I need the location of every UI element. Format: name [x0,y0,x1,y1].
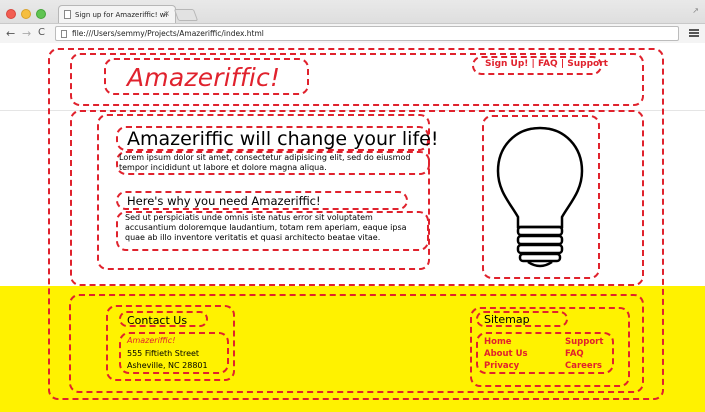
reload-icon[interactable]: C [38,27,45,38]
page: Amazeriffic! Sign Up! | FAQ | Support Am… [0,43,705,412]
why-heading: Here's why you need Amazeriffic! [127,194,321,208]
address-bar[interactable]: file:///Users/semmy/Projects/Amazeriffic… [55,26,679,41]
logo[interactable]: Amazeriffic! [127,63,280,92]
top-nav-links[interactable]: Sign Up! | FAQ | Support [485,59,608,69]
contact-company: Amazeriffic! [127,336,176,345]
browser-tab[interactable]: Sign up for Amazeriffic! wi × [58,5,176,23]
main-title: Amazeriffic will change your life! [127,128,439,150]
menu-icon[interactable] [689,29,699,37]
sitemap-link-privacy[interactable]: Privacy [484,361,519,371]
new-tab-button[interactable] [173,9,199,21]
contact-street: 555 Fiftieth Street [127,349,200,358]
contact-title: Contact Us [127,314,188,327]
sitemap-link-careers[interactable]: Careers [565,361,602,371]
intro-paragraph: Lorem ipsum dolor sit amet, consectetur … [119,153,411,172]
tab-close-icon[interactable]: × [163,9,170,18]
contact-city: Asheville, NC 28801 [127,361,208,370]
back-arrow-icon[interactable]: ← [6,27,15,40]
fullscreen-icon[interactable]: ↗ [692,6,699,15]
maximize-window-button[interactable] [36,9,46,19]
why-paragraph: Sed ut perspiciatis unde omnis iste natu… [125,213,407,242]
minimize-window-button[interactable] [21,9,31,19]
sitemap-link-faq[interactable]: FAQ [565,349,584,359]
address-url: file:///Users/semmy/Projects/Amazeriffic… [72,29,264,38]
close-window-button[interactable] [6,9,16,19]
sitemap-link-about-us[interactable]: About Us [484,349,528,359]
sitemap-title: Sitemap [484,313,530,326]
page-icon [64,10,71,19]
lightbulb-icon [496,126,584,268]
browser-chrome: Sign up for Amazeriffic! wi × ↗ ← → C fi… [0,0,705,43]
file-icon [61,30,67,38]
sitemap-link-home[interactable]: Home [484,337,512,347]
tab-title: Sign up for Amazeriffic! wi [75,10,168,19]
sitemap-link-support[interactable]: Support [565,337,603,347]
browser-toolbar: ← → C file:///Users/semmy/Projects/Amaze… [0,23,705,43]
forward-arrow-icon[interactable]: → [22,27,31,40]
